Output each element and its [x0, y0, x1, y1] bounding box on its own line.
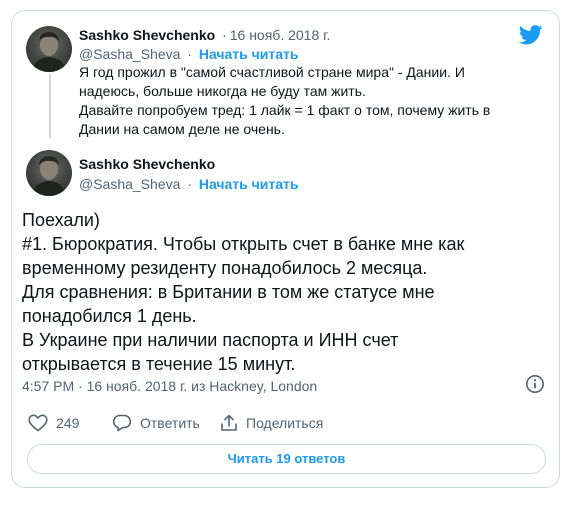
tweet-text-line: понадобился 1 день. [22, 306, 197, 326]
tweet-text-line: В Украине при наличии паспорта и ИНН сче… [22, 330, 399, 350]
tweet-date[interactable]: 16 нояб. 2018 г. [230, 27, 331, 43]
avatar[interactable] [26, 150, 72, 196]
author-name[interactable]: Sashko Shevchenko [79, 156, 215, 172]
reply-button[interactable]: Ответить [112, 414, 200, 432]
share-label: Поделиться [246, 415, 324, 431]
tweet-text-line: надеюсь, больше никогда не буду там жить… [79, 83, 366, 99]
author-handle[interactable]: @Sasha_Sheva [79, 176, 180, 192]
tweet-text-line: Давайте попробуем тред: 1 лайк = 1 факт … [79, 102, 491, 118]
speech-bubble-icon [112, 414, 132, 432]
twitter-bird-icon[interactable] [519, 25, 543, 45]
tweet-text-line: #1. Бюрократия. Чтобы открыть счет в бан… [22, 234, 465, 254]
share-button[interactable]: Поделиться [220, 414, 323, 432]
read-replies-button[interactable]: Читать 19 ответов [27, 444, 546, 474]
like-count: 249 [56, 415, 80, 431]
quoted-tweet-text: Я год прожил в "самой счастливой стране … [79, 63, 539, 139]
like-button[interactable]: 249 [28, 414, 79, 432]
tweet-text-line: Дании на самом деле не очень. [79, 121, 285, 137]
tweet-text-line: Я год прожил в "самой счастливой стране … [79, 64, 465, 80]
reply-label: Ответить [140, 415, 200, 431]
quoted-author-name[interactable]: Sashko Shevchenko · 16 нояб. 2018 г. [79, 27, 330, 43]
main-tweet-text: Поехали) #1. Бюрократия. Чтобы открыть с… [22, 208, 464, 376]
share-icon [221, 414, 237, 431]
tweet-text-line: открывается в течение 15 минут. [22, 354, 296, 374]
follow-button[interactable]: Начать читать [199, 176, 299, 192]
tweet-text-line: временному резиденту понадобилось 2 меся… [22, 258, 428, 278]
quoted-handle-row: @Sasha_Sheva · Начать читать [79, 46, 299, 62]
avatar[interactable] [26, 26, 72, 72]
follow-button[interactable]: Начать читать [199, 46, 299, 62]
author-name[interactable]: Sashko Shevchenko [79, 27, 215, 43]
info-icon[interactable] [525, 374, 545, 394]
heart-icon [28, 414, 48, 432]
tweet-timestamp[interactable]: 4:57 PM · 16 нояб. 2018 г. из Hackney, L… [22, 378, 317, 394]
tweet-text-line: Поехали) [22, 210, 100, 230]
main-handle-row: @Sasha_Sheva · Начать читать [79, 176, 299, 192]
thread-connector-line [49, 74, 51, 138]
tweet-text-line: Для сравнения: в Британии в том же стату… [22, 282, 435, 302]
author-handle[interactable]: @Sasha_Sheva [79, 46, 180, 62]
